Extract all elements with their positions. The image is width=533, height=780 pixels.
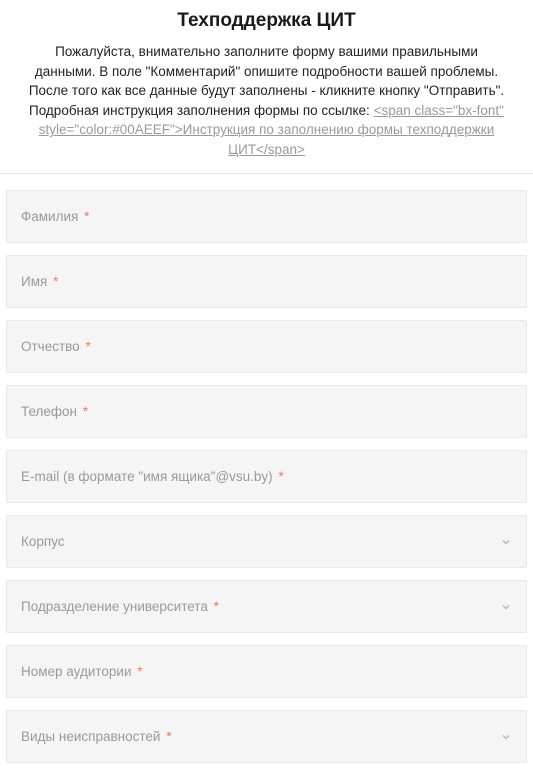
fault-types-label: Виды неисправностей: [21, 729, 160, 744]
surname-label: Фамилия: [21, 209, 78, 224]
required-marker: *: [83, 404, 88, 419]
required-marker: *: [84, 209, 89, 224]
required-marker: *: [214, 599, 219, 614]
page-title: Техподдержка ЦИТ: [5, 10, 528, 32]
email-label: E-mail (в формате "имя ящика"@vsu.by): [21, 469, 273, 484]
required-marker: *: [166, 729, 171, 744]
support-form: Фамилия * Имя * Отчество * Телефон * E-m…: [0, 190, 533, 763]
form-description: Пожалуйста, внимательно заполните форму …: [5, 42, 528, 159]
name-field[interactable]: Имя *: [6, 255, 527, 308]
patronymic-label: Отчество: [21, 339, 80, 354]
fault-types-select[interactable]: Виды неисправностей *: [6, 710, 527, 763]
building-label: Корпус: [21, 534, 65, 549]
phone-field[interactable]: Телефон *: [6, 385, 527, 438]
room-field[interactable]: Номер аудитории *: [6, 645, 527, 698]
divider: [0, 173, 533, 174]
chevron-down-icon: [500, 536, 512, 548]
department-select[interactable]: Подразделение университета *: [6, 580, 527, 633]
chevron-down-icon: [500, 731, 512, 743]
department-label: Подразделение университета: [21, 599, 208, 614]
building-select[interactable]: Корпус: [6, 515, 527, 568]
required-marker: *: [85, 339, 90, 354]
chevron-down-icon: [500, 601, 512, 613]
phone-label: Телефон: [21, 404, 77, 419]
room-label: Номер аудитории: [21, 664, 132, 679]
required-marker: *: [278, 469, 283, 484]
required-marker: *: [137, 664, 142, 679]
email-field[interactable]: E-mail (в формате "имя ящика"@vsu.by) *: [6, 450, 527, 503]
surname-field[interactable]: Фамилия *: [6, 190, 527, 243]
patronymic-field[interactable]: Отчество *: [6, 320, 527, 373]
required-marker: *: [53, 274, 58, 289]
name-label: Имя: [21, 274, 47, 289]
